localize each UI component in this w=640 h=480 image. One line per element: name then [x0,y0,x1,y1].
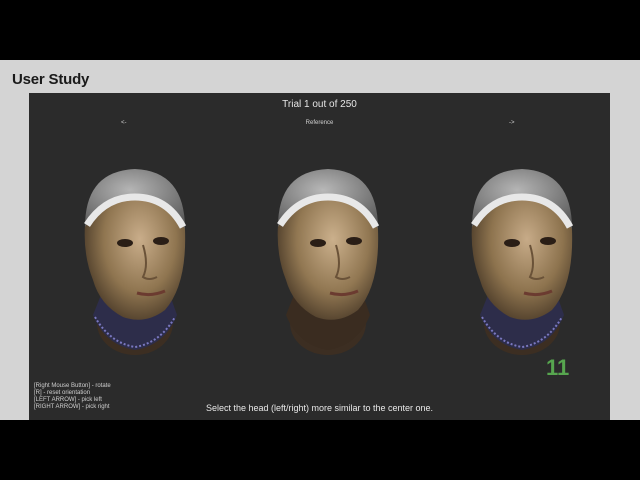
left-head-render[interactable] [65,145,195,375]
help-line-reset: [R] - reset orientation [34,390,91,396]
instruction-text: Select the head (left/right) more simila… [205,403,434,413]
slide-title: User Study [12,71,90,88]
head-render-icon [277,169,380,355]
trial-counter: Trial 1 out of 250 [282,99,357,110]
reference-label: Reference [305,120,334,126]
head-render-icon [84,169,187,355]
head-render-icon [471,169,574,355]
help-line-rotate: [Right Mouse Button] - rotate [34,383,111,389]
right-head-render[interactable] [452,145,582,375]
right-arrow-label: -> [509,120,515,126]
presentation-slide: User Study Trial 1 out of 250 <- Referen… [0,60,640,420]
user-study-app-viewport[interactable]: Trial 1 out of 250 <- Reference -> [Righ… [29,93,610,420]
slide-number: 11 [546,355,570,380]
reference-head-render[interactable] [258,145,388,375]
